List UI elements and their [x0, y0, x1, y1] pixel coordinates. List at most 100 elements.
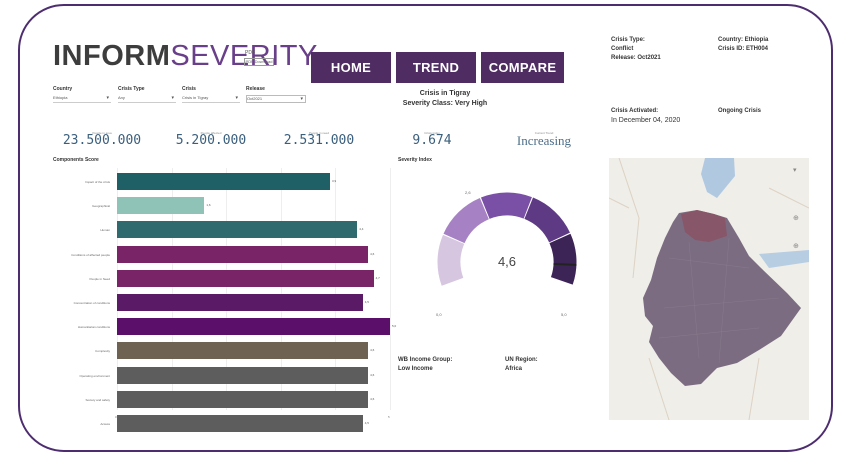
bar-label: Humanitarian conditions	[77, 325, 110, 330]
gauge-segment	[480, 192, 532, 219]
component-bar[interactable]	[117, 173, 330, 190]
crisis-map[interactable]: ▾ ⊕ ⊕	[609, 158, 809, 420]
component-bar[interactable]	[117, 245, 369, 263]
bar-label: Conditions of affected people	[71, 252, 110, 257]
release-info: Release: Oct2021	[611, 55, 661, 61]
bar-value-label: 4,6	[370, 372, 375, 377]
crisis-type-select[interactable]: Any ▾	[118, 95, 176, 103]
component-bar[interactable]	[117, 415, 363, 432]
kpi-value: 9.674	[412, 133, 452, 148]
inform-severity-logo[interactable]: INFORMSEVERITY	[53, 40, 318, 73]
bar-value-label: 5,0	[392, 324, 397, 329]
gauge-value: 4,6	[498, 254, 516, 269]
release-select[interactable]: Oct2021 ▾	[246, 95, 306, 103]
severity-class: Severity Class: Very High	[402, 100, 488, 107]
gauge-segment	[443, 198, 489, 244]
bar-label: Access	[100, 422, 110, 426]
gauge-pointer	[553, 262, 577, 266]
un-region: UN Region: Africa	[505, 356, 538, 374]
bar-value-label: 3,9	[331, 179, 337, 183]
bar-label: Concentration of conditions	[73, 301, 110, 305]
crisis-type-info: Crisis Type: Conflict Release: Oct2021	[611, 36, 661, 63]
gauge-max-label: 5,0	[561, 312, 567, 317]
component-bar[interactable]	[117, 342, 369, 360]
chevron-down-icon: ▾	[235, 95, 238, 101]
crisis-type-filter-label: Crisis Type	[118, 86, 145, 92]
release-filter-label: Release	[246, 86, 265, 92]
kpi-value: 23.500.000	[62, 133, 142, 148]
severity-index-title: Severity Index	[398, 157, 432, 163]
chevron-down-icon: ▾	[300, 96, 303, 102]
home-button[interactable]: HOME	[311, 52, 391, 83]
wb-income-label: WB Income Group:	[398, 357, 453, 363]
locate-icon[interactable]: ⊕	[793, 243, 799, 250]
component-bar[interactable]	[117, 269, 374, 287]
compare-button[interactable]: COMPARE	[481, 52, 564, 83]
crisis-name: Crisis in Tigray	[419, 90, 471, 97]
crisis-type-select-value: Any	[118, 95, 125, 100]
logo-text-inform: INFORM	[53, 40, 171, 72]
search-icon[interactable]: ⊕	[793, 215, 799, 222]
component-bar[interactable]	[117, 366, 369, 384]
component-bar[interactable]	[117, 221, 358, 239]
zoom-in-icon[interactable]: ▾	[793, 167, 797, 174]
bar-label: Society and safety	[85, 397, 110, 402]
crisis-id-info: Crisis ID: ETH004	[718, 46, 769, 52]
wb-income-group: WB Income Group: Low Income	[398, 356, 452, 374]
bar-value-label: 1,6	[206, 203, 211, 208]
bar-label: Complexity	[95, 349, 110, 354]
bar-label: Operating environment	[79, 373, 110, 378]
crisis-activated-label: Crisis Activated:	[611, 108, 659, 114]
crisis-filter-label: Crisis	[182, 86, 196, 92]
gauge-min-label: 0,0	[436, 312, 442, 317]
bar-value-label: 4,6	[370, 396, 375, 401]
severity-gauge: 4,6 0,0 5,0 2,6	[436, 190, 577, 317]
ethiopia-map-svg: ▾ ⊕ ⊕	[609, 158, 809, 420]
bar-value-label: 4,4	[359, 227, 364, 232]
crisis-header: Crisis in Tigray Severity Class: Very Hi…	[370, 89, 520, 109]
bar-value-label: 4,5	[364, 421, 369, 425]
pdf-download-button[interactable]: PDF Download	[244, 58, 274, 66]
crisis-type-info-label: Crisis Type:	[611, 37, 645, 43]
bar-label: Impact of the crisis	[84, 180, 110, 184]
un-region-label: UN Region:	[505, 357, 538, 363]
gauge-segment	[549, 233, 577, 285]
wb-income-value: Low Income	[398, 366, 433, 372]
crisis-select-value: Crisis in Tigray	[182, 95, 209, 100]
release-select-value: Oct2021	[247, 96, 263, 101]
grid-line	[390, 168, 391, 410]
bar-value-label: 4,6	[370, 251, 375, 256]
bar-value-label: 4,6	[370, 348, 375, 353]
component-bar[interactable]	[117, 294, 363, 311]
country-info-value: Country: Ethiopia	[718, 37, 769, 43]
bar-label: Geographical	[92, 204, 110, 209]
bar-label: People in Need	[89, 276, 110, 281]
x-axis-tick-label: 5	[388, 415, 390, 419]
crisis-status: Ongoing Crisis	[718, 108, 762, 114]
bar-label: Human	[100, 228, 110, 233]
chevron-down-icon: ▾	[171, 95, 174, 101]
crisis-type-info-value: Conflict	[611, 46, 634, 52]
un-region-value: Africa	[505, 366, 523, 372]
logo-text-severity: SEVERITY	[170, 40, 318, 72]
component-bar[interactable]	[117, 197, 205, 215]
gauge-marker-label: 2,6	[465, 190, 471, 195]
kpi-value: 5.200.000	[175, 133, 247, 148]
country-info: Country: Ethiopia Crisis ID: ETH004	[718, 36, 768, 54]
bar-value-label: 4,5	[364, 300, 369, 304]
component-bar[interactable]	[117, 390, 369, 408]
pdf-label: PDF	[245, 50, 255, 56]
trend-button[interactable]: TREND	[396, 52, 476, 83]
crisis-activated-value: In December 04, 2020	[611, 117, 681, 124]
crisis-activated-info: Crisis Activated: In December 04, 2020	[611, 107, 680, 125]
gauge-segment	[524, 197, 570, 243]
country-filter-label: Country	[53, 86, 73, 92]
country-select[interactable]: Ethiopia ▾	[53, 95, 111, 103]
components-score-title: Components Score	[53, 157, 99, 163]
bar-value-label: 4,7	[375, 275, 380, 280]
component-bar[interactable]	[117, 318, 390, 336]
country-select-value: Ethiopia	[53, 95, 68, 100]
kpi-value: 2.531.000	[283, 133, 355, 148]
chevron-down-icon: ▾	[106, 95, 109, 101]
crisis-select[interactable]: Crisis in Tigray ▾	[182, 95, 240, 103]
